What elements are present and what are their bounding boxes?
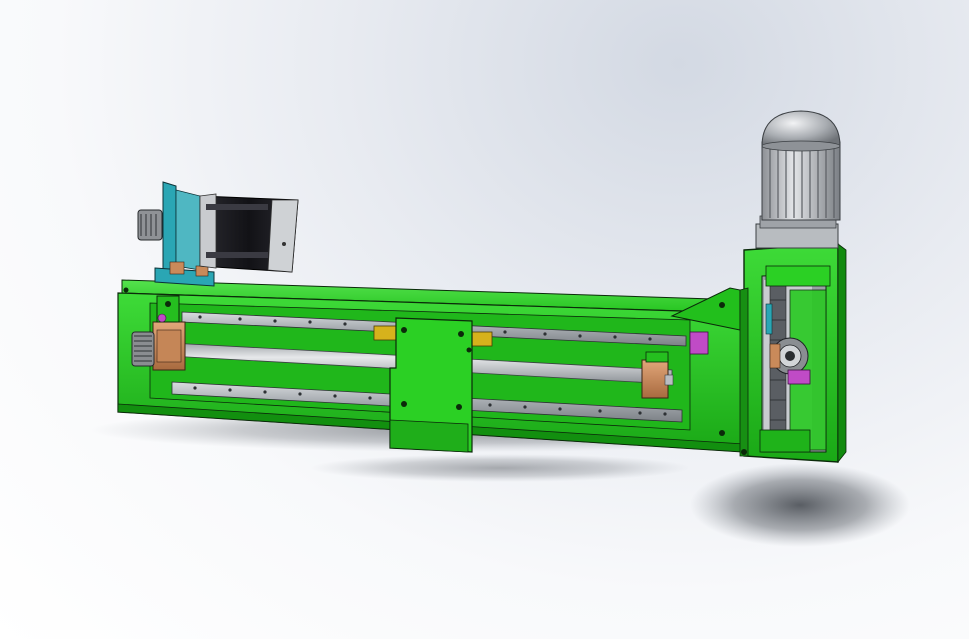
gear-motor xyxy=(755,110,841,249)
stepper-motor xyxy=(199,193,299,273)
stepper-gear xyxy=(137,209,163,241)
linear-actuator-render xyxy=(90,110,910,547)
cad-viewport xyxy=(0,0,969,639)
left-end-gear xyxy=(131,331,155,367)
